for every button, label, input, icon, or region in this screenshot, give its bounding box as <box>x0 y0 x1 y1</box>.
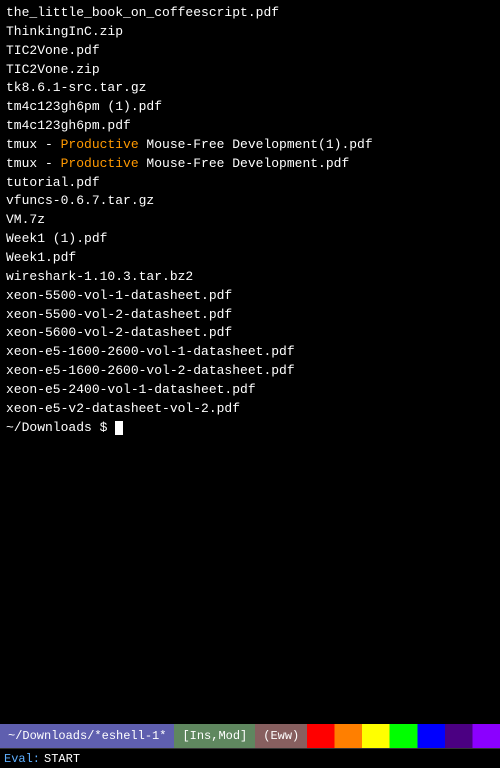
terminal-area: the_little_book_on_coffeescript.pdfThink… <box>0 0 500 724</box>
list-item: tmux - Productive Mouse-Free Development… <box>6 155 494 174</box>
list-item: TIC2Vone.pdf <box>6 42 494 61</box>
status-bar: ~/Downloads/*eshell-1* [Ins,Mod] (Eww) <box>0 724 500 748</box>
status-path: ~/Downloads/*eshell-1* <box>0 724 174 748</box>
status-extra: (Eww) <box>255 724 307 748</box>
list-item: xeon-e5-2400-vol-1-datasheet.pdf <box>6 381 494 400</box>
list-item: VM.7z <box>6 211 494 230</box>
list-item: ThinkingInC.zip <box>6 23 494 42</box>
list-item: Week1.pdf <box>6 249 494 268</box>
status-rainbow <box>307 724 500 748</box>
prompt-text: ~/Downloads $ <box>6 419 115 438</box>
list-item: tk8.6.1-src.tar.gz <box>6 79 494 98</box>
list-item: tm4c123gh6pm (1).pdf <box>6 98 494 117</box>
eval-bar: Eval: START <box>0 748 500 768</box>
prompt-line[interactable]: ~/Downloads $ <box>6 419 494 438</box>
list-item: wireshark-1.10.3.tar.bz2 <box>6 268 494 287</box>
list-item: xeon-5500-vol-1-datasheet.pdf <box>6 287 494 306</box>
eval-value: START <box>44 752 80 766</box>
list-item: TIC2Vone.zip <box>6 61 494 80</box>
list-item: the_little_book_on_coffeescript.pdf <box>6 4 494 23</box>
list-item: xeon-e5-1600-2600-vol-1-datasheet.pdf <box>6 343 494 362</box>
list-item: xeon-e5-v2-datasheet-vol-2.pdf <box>6 400 494 419</box>
list-item: xeon-5600-vol-2-datasheet.pdf <box>6 324 494 343</box>
cursor <box>115 421 123 435</box>
status-mode: [Ins,Mod] <box>174 724 255 748</box>
list-item: tm4c123gh6pm.pdf <box>6 117 494 136</box>
eval-label: Eval: <box>4 752 40 766</box>
list-item: Week1 (1).pdf <box>6 230 494 249</box>
list-item: vfuncs-0.6.7.tar.gz <box>6 192 494 211</box>
list-item: xeon-5500-vol-2-datasheet.pdf <box>6 306 494 325</box>
list-item: tutorial.pdf <box>6 174 494 193</box>
list-item: xeon-e5-1600-2600-vol-2-datasheet.pdf <box>6 362 494 381</box>
list-item: tmux - Productive Mouse-Free Development… <box>6 136 494 155</box>
